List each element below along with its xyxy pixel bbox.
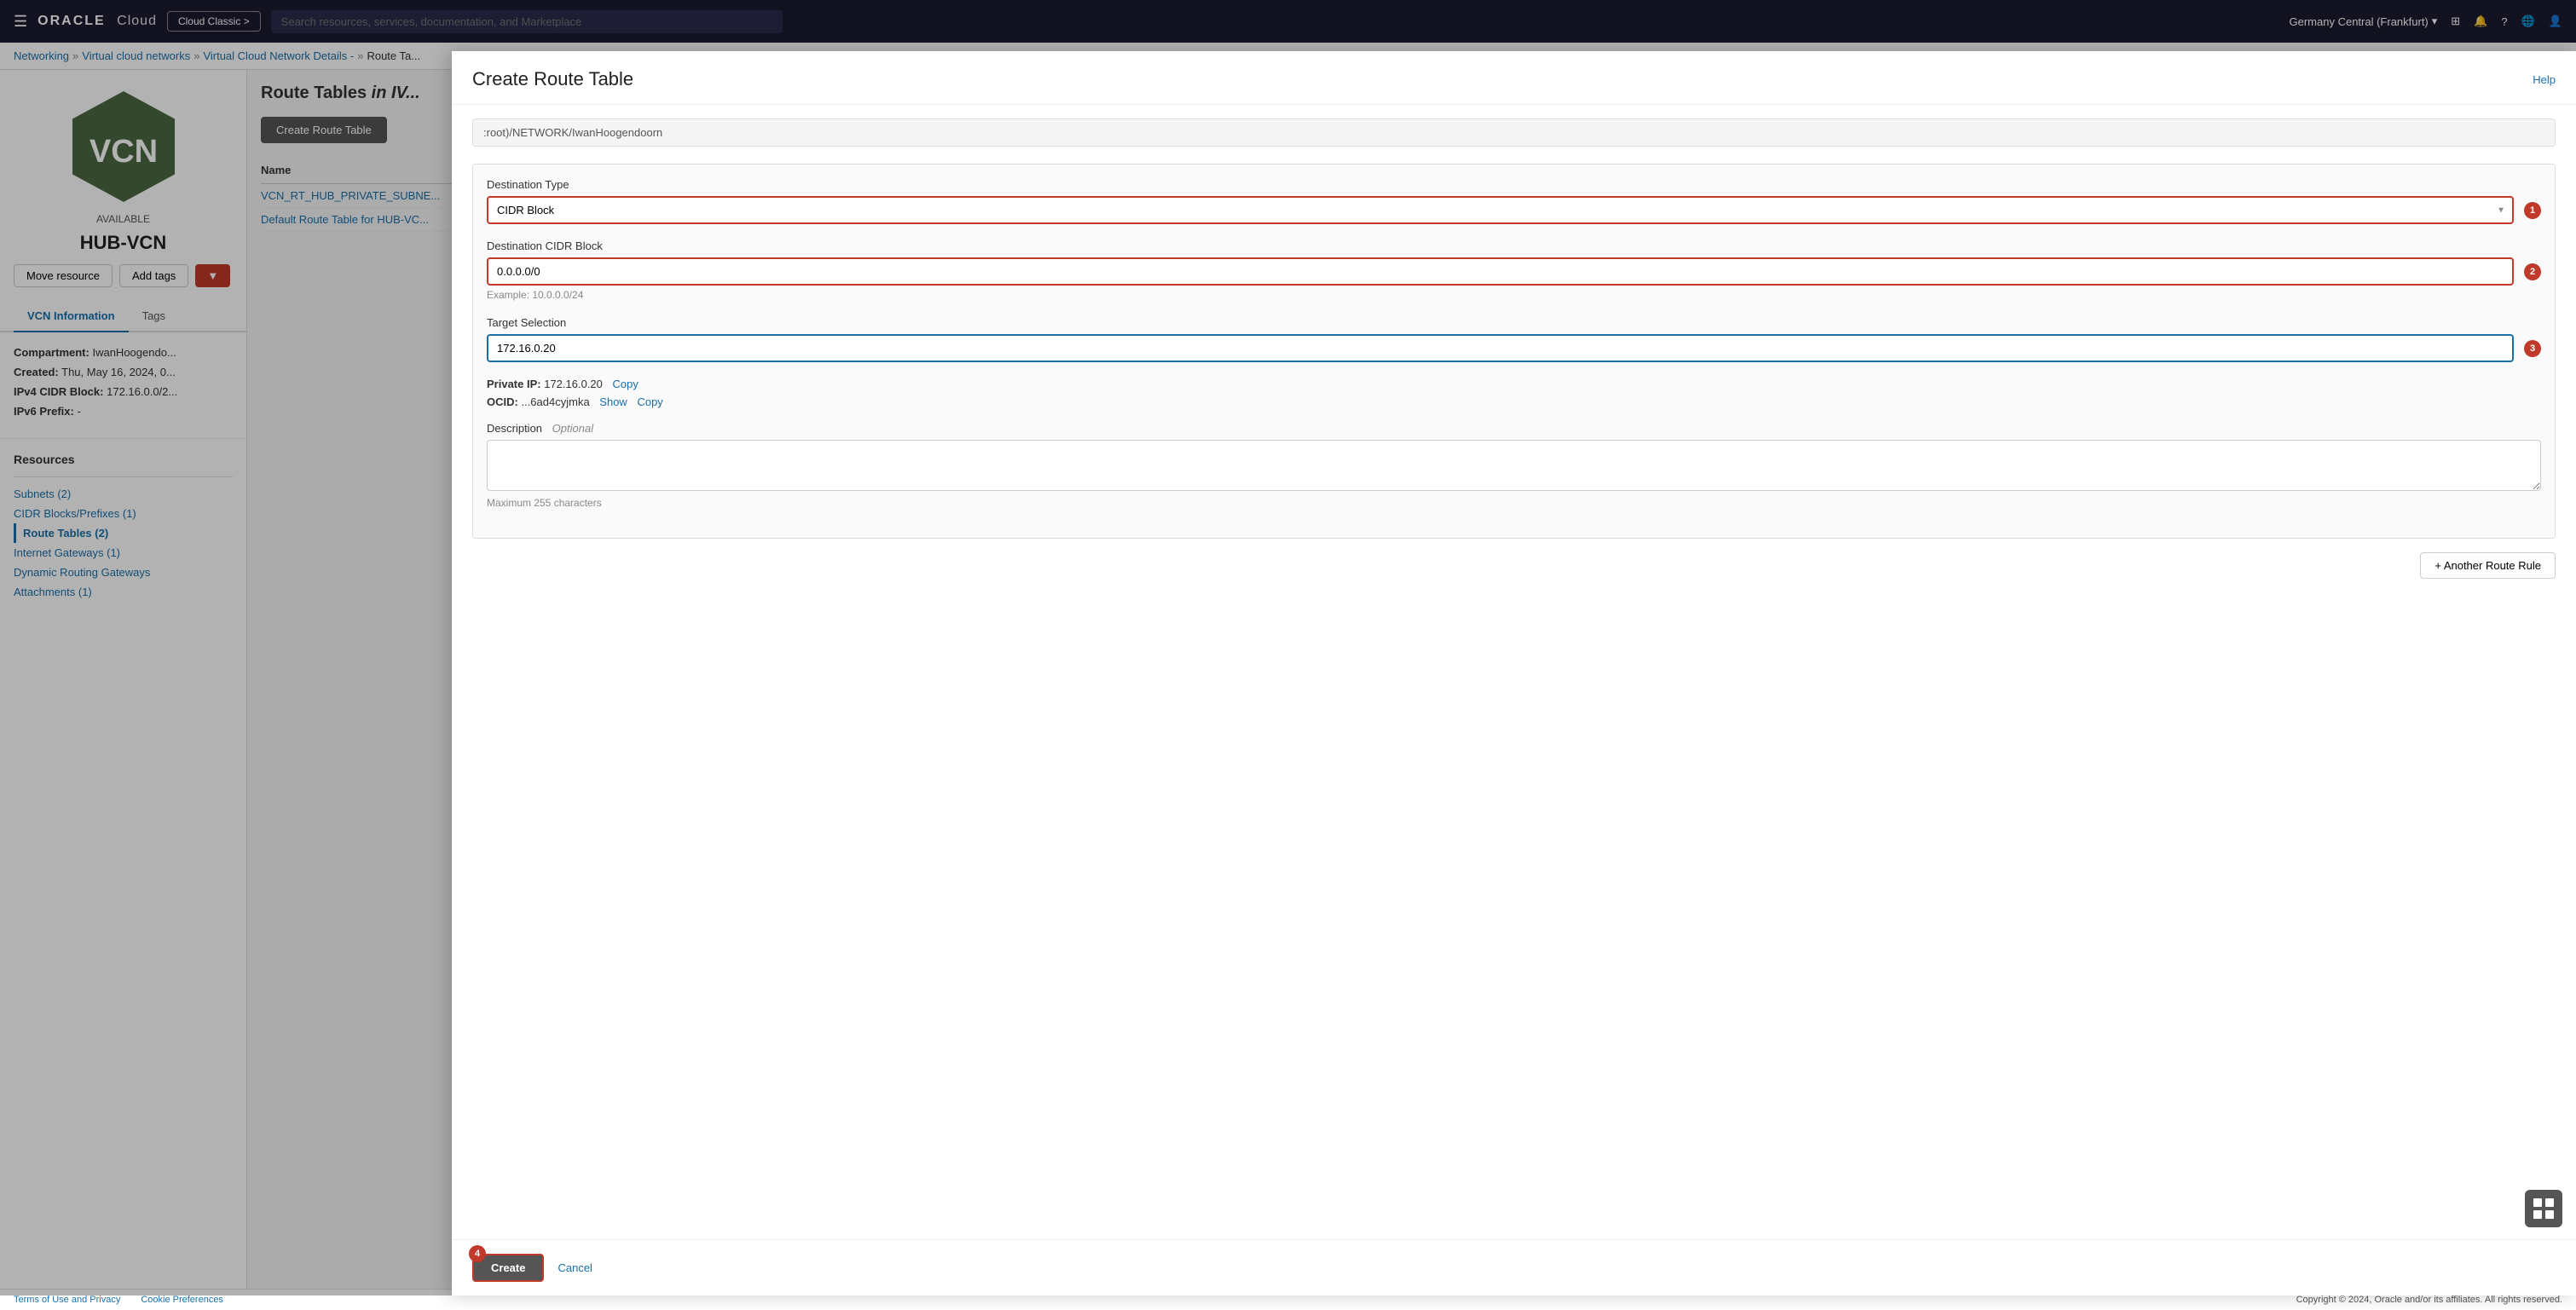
destination-type-label: Destination Type	[487, 178, 2541, 191]
destination-type-select[interactable]: CIDR Block	[487, 196, 2514, 224]
cancel-link[interactable]: Cancel	[557, 1261, 592, 1274]
description-group: Description Optional Maximum 255 charact…	[487, 422, 2541, 509]
ocid-copy[interactable]: Copy	[637, 395, 662, 408]
dialog-header: Create Route Table Help	[452, 51, 2576, 105]
private-ip-copy[interactable]: Copy	[613, 378, 638, 390]
create-route-table-dialog: Create Route Table Help :root)/NETWORK/I…	[452, 51, 2576, 1296]
dialog-footer: Create 4 Cancel	[452, 1239, 2576, 1296]
description-textarea[interactable]	[487, 440, 2541, 491]
cookie-link[interactable]: Cookie Preferences	[141, 1295, 223, 1305]
destination-cidr-badge: 2	[2524, 263, 2541, 280]
create-button-wrapper: Create 4	[472, 1254, 544, 1282]
destination-type-badge: 1	[2524, 202, 2541, 219]
destination-cidr-hint: Example: 10.0.0.0/24	[487, 289, 2541, 301]
dialog-body: :root)/NETWORK/IwanHoogendoorn Destinati…	[452, 105, 2576, 1239]
create-badge: 4	[469, 1245, 486, 1262]
description-label: Description Optional	[487, 422, 2541, 435]
target-selection-badge: 3	[2524, 340, 2541, 357]
destination-cidr-label: Destination CIDR Block	[487, 239, 2541, 252]
destination-cidr-input[interactable]	[487, 257, 2514, 286]
dialog-help-link[interactable]: Help	[2533, 73, 2556, 86]
copyright: Copyright © 2024, Oracle and/or its affi…	[2296, 1295, 2562, 1305]
target-selection-field-wrapper: 3	[487, 334, 2541, 362]
another-route-rule-button[interactable]: + Another Route Rule	[2420, 552, 2556, 579]
target-selection-input[interactable]	[487, 334, 2514, 362]
destination-cidr-field-wrapper: 2	[487, 257, 2541, 286]
terms-link[interactable]: Terms of Use and Privacy	[14, 1295, 120, 1305]
footer-actions: Create 4 Cancel	[472, 1254, 592, 1282]
destination-cidr-group: Destination CIDR Block 2 Example: 10.0.0…	[487, 239, 2541, 301]
ocid-show[interactable]: Show	[599, 395, 627, 408]
target-selection-label: Target Selection	[487, 316, 2541, 329]
max-chars-hint: Maximum 255 characters	[487, 497, 2541, 509]
support-icon[interactable]	[2525, 1190, 2562, 1227]
destination-type-field-wrapper: CIDR Block 1	[487, 196, 2541, 224]
ocid-row: OCID: ...6ad4cyjmka Show Copy	[487, 395, 2541, 408]
private-ip-row: Private IP: 172.16.0.20 Copy	[487, 378, 2541, 390]
destination-type-group: Destination Type CIDR Block 1	[487, 178, 2541, 224]
route-rule-card: Destination Type CIDR Block 1 Destinatio…	[472, 164, 2556, 539]
target-selection-group: Target Selection 3	[487, 316, 2541, 362]
compartment-path: :root)/NETWORK/IwanHoogendoorn	[472, 118, 2556, 147]
dialog-title: Create Route Table	[472, 68, 633, 90]
